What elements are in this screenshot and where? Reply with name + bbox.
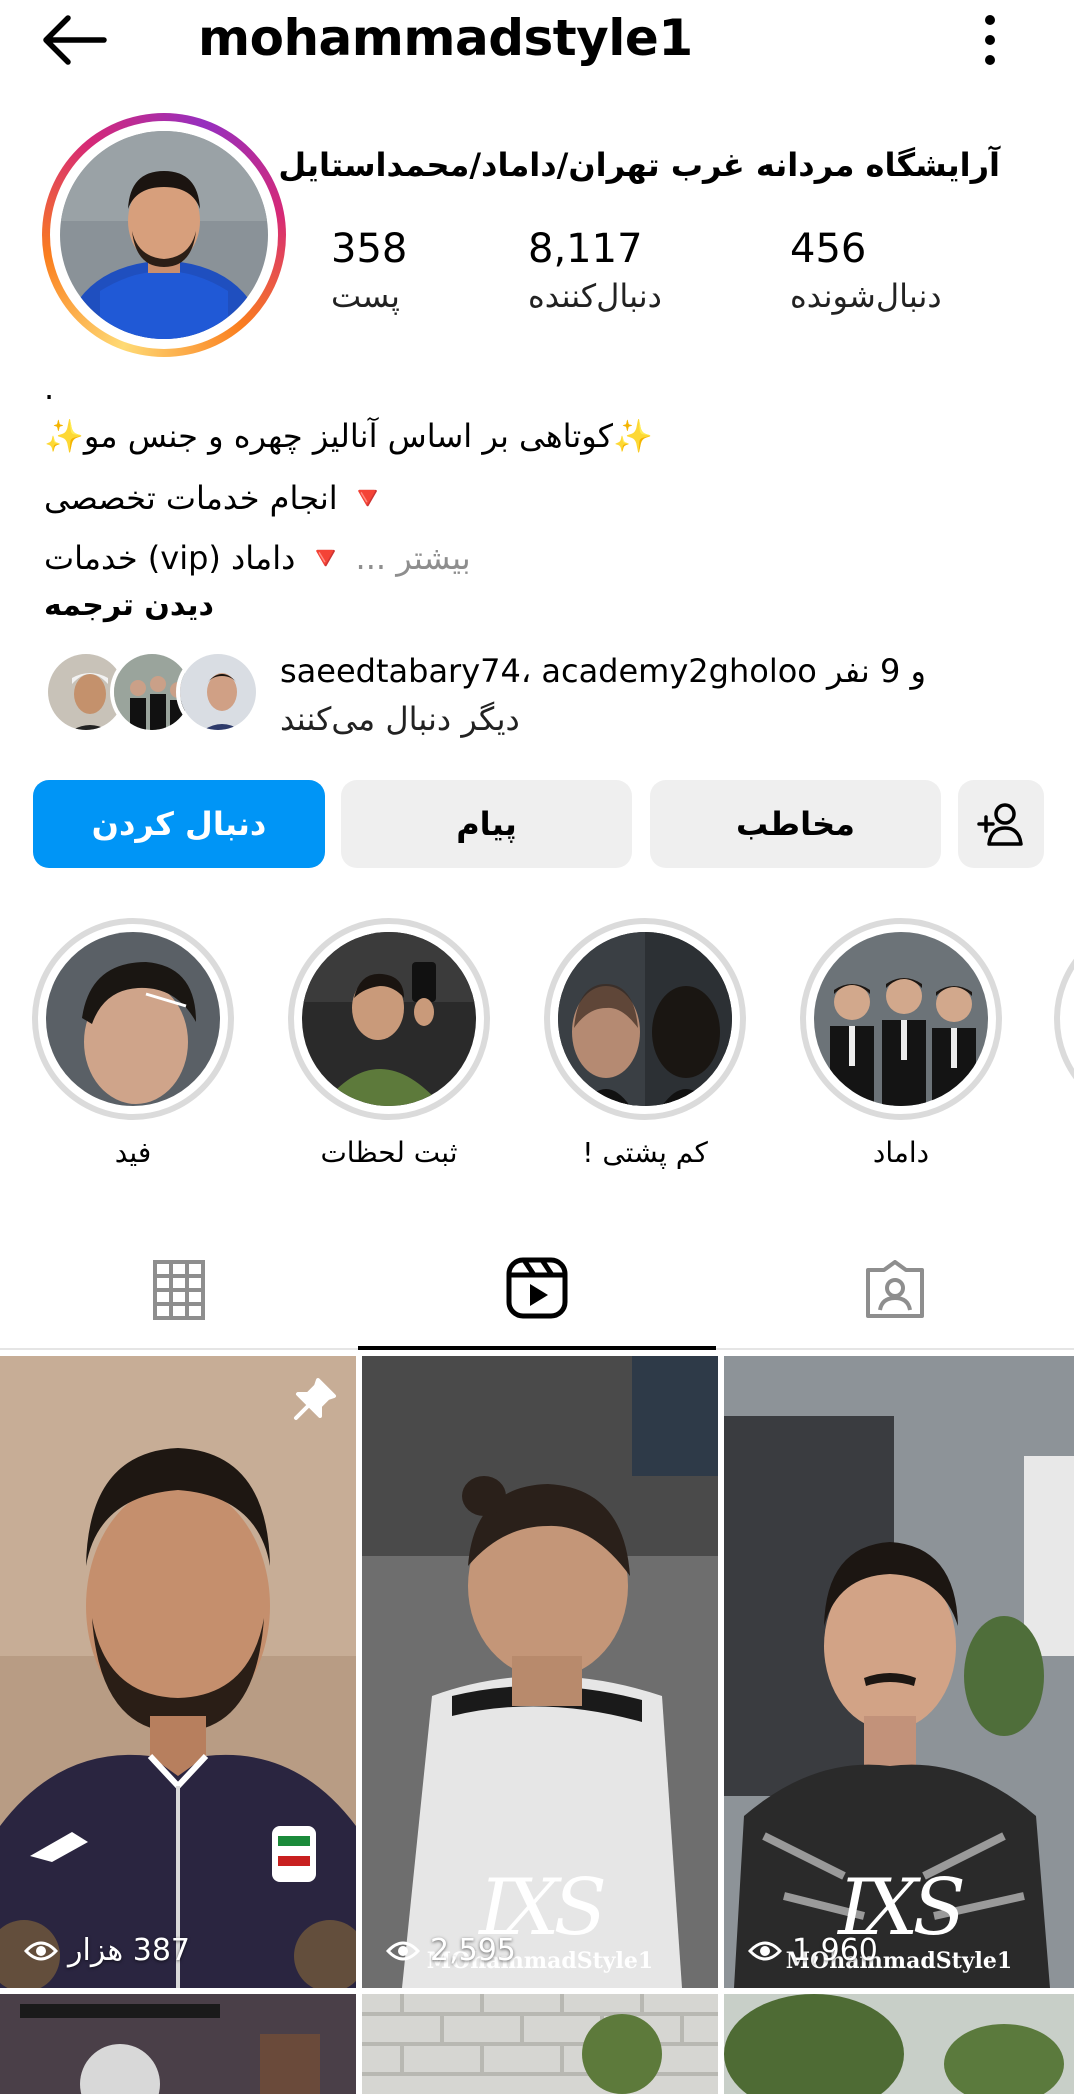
top-bar: mohammadstyle1 xyxy=(0,0,1074,80)
eye-icon xyxy=(748,1941,782,1960)
eye-icon xyxy=(386,1941,420,1960)
follow-button[interactable]: دنبال کردن xyxy=(33,780,325,868)
highlight-thin-hair[interactable]: کم پشتی ! xyxy=(544,918,746,1169)
highlight-label: فید xyxy=(114,1136,152,1169)
reel-views: 1,960 xyxy=(748,1933,878,1968)
highlight-thin-hair-cover xyxy=(558,932,732,1106)
reel-item-3[interactable]: IXS MOhammadStyle1 1,960 xyxy=(724,1356,1074,1988)
reel-views: 387 هزار xyxy=(24,1933,190,1968)
mutual-followers-avatars[interactable] xyxy=(44,650,260,738)
pinned-icon xyxy=(290,1376,338,1428)
stat-followers-label: دنبال‌کننده xyxy=(528,277,662,315)
reels-icon xyxy=(506,1257,568,1319)
reel-thumbnail-4 xyxy=(0,1994,356,2094)
tab-reels[interactable] xyxy=(358,1230,716,1350)
stat-following[interactable]: 456 دنبال‌شونده xyxy=(790,224,942,318)
reel-views-count: 1,960 xyxy=(792,1933,878,1968)
bio-line-3: خدمات (vip) بیشتر ... 🔻 داماد xyxy=(44,536,471,580)
avatar-photo xyxy=(60,131,268,339)
highlight-label: ثبت لحظات xyxy=(320,1136,458,1169)
reel-item-2[interactable]: IXS MOhammadStyle1 2,595 xyxy=(362,1356,718,1988)
stat-followers[interactable]: 8,117 دنبال‌کننده xyxy=(528,224,662,318)
bio-line-3-text-a: خدمات (vip) xyxy=(44,539,221,577)
highlight-label: کم پشتی ! xyxy=(582,1136,708,1169)
profile-avatar[interactable] xyxy=(42,113,286,357)
stat-followers-value: 8,117 xyxy=(528,226,643,272)
reel-thumbnail-1 xyxy=(0,1356,356,1988)
stat-posts-value: 358 xyxy=(331,226,408,272)
grid-icon xyxy=(153,1260,205,1320)
bio-line-2: 🔻 انجام خدمات تخصصی xyxy=(44,479,388,517)
profile-full-name: آرایشگاه مردانه غرب تهران/داماد/محمداستا… xyxy=(278,146,1000,184)
suggest-people-button[interactable] xyxy=(958,780,1044,868)
highlight-label: داماد xyxy=(872,1136,930,1169)
mutual-followers-names: saeedtabary74، academy2gholoo xyxy=(280,652,817,690)
profile-tabs xyxy=(0,1230,1074,1350)
add-user-icon xyxy=(977,803,1023,846)
reel-thumbnail-5 xyxy=(362,1994,718,2094)
highlight-partial[interactable] xyxy=(1054,918,1074,1120)
message-button[interactable]: پیام xyxy=(341,780,632,868)
reel-item-4[interactable] xyxy=(0,1994,356,2094)
tagged-icon xyxy=(866,1260,924,1318)
highlight-groom-cover xyxy=(814,932,988,1106)
reel-views: 2,595 xyxy=(386,1933,516,1968)
highlight-groom[interactable]: داماد xyxy=(800,918,1002,1169)
stat-posts[interactable]: 358 پست xyxy=(331,224,407,318)
stat-following-value: 456 xyxy=(790,226,867,272)
highlight-fade[interactable]: فید xyxy=(32,918,234,1169)
contact-button[interactable]: مخاطب xyxy=(650,780,941,868)
reel-thumbnail-6 xyxy=(724,1994,1074,2094)
tab-posts-grid[interactable] xyxy=(0,1230,358,1350)
highlight-fade-cover xyxy=(46,932,220,1106)
reel-item-6[interactable] xyxy=(724,1994,1074,2094)
mutual-followers-line-1[interactable]: saeedtabary74، academy2gholoo و 9 نفر xyxy=(280,648,926,694)
see-translation-link[interactable]: دیدن ترجمه xyxy=(44,588,214,623)
mutual-avatar-3 xyxy=(176,650,260,734)
reel-item-1[interactable]: 387 هزار xyxy=(0,1356,356,1988)
stat-posts-label: پست xyxy=(331,277,400,315)
eye-icon xyxy=(24,1941,58,1960)
reel-views-count: 387 هزار xyxy=(68,1933,190,1968)
bio-line-1: ✨کوتاهی بر اساس آنالیز چهره و جنس مو✨ xyxy=(44,417,653,455)
bio-line-3-text-b: 🔻 داماد xyxy=(231,539,356,577)
mutual-followers-count: و 9 نفر xyxy=(827,652,926,690)
tab-tagged[interactable] xyxy=(716,1230,1074,1350)
stat-following-label: دنبال‌شونده xyxy=(790,277,942,315)
back-arrow-icon[interactable] xyxy=(40,14,112,66)
reel-item-5[interactable] xyxy=(362,1994,718,2094)
highlight-moments[interactable]: ثبت لحظات xyxy=(288,918,490,1169)
more-options-icon[interactable] xyxy=(968,10,1012,70)
reel-views-count: 2,595 xyxy=(430,1933,516,1968)
profile-username: mohammadstyle1 xyxy=(198,9,693,67)
highlight-moments-cover xyxy=(302,932,476,1106)
mutual-followers-line-2: دیگر دنبال می‌کنند xyxy=(280,700,520,738)
bio-dot: . xyxy=(44,369,55,407)
